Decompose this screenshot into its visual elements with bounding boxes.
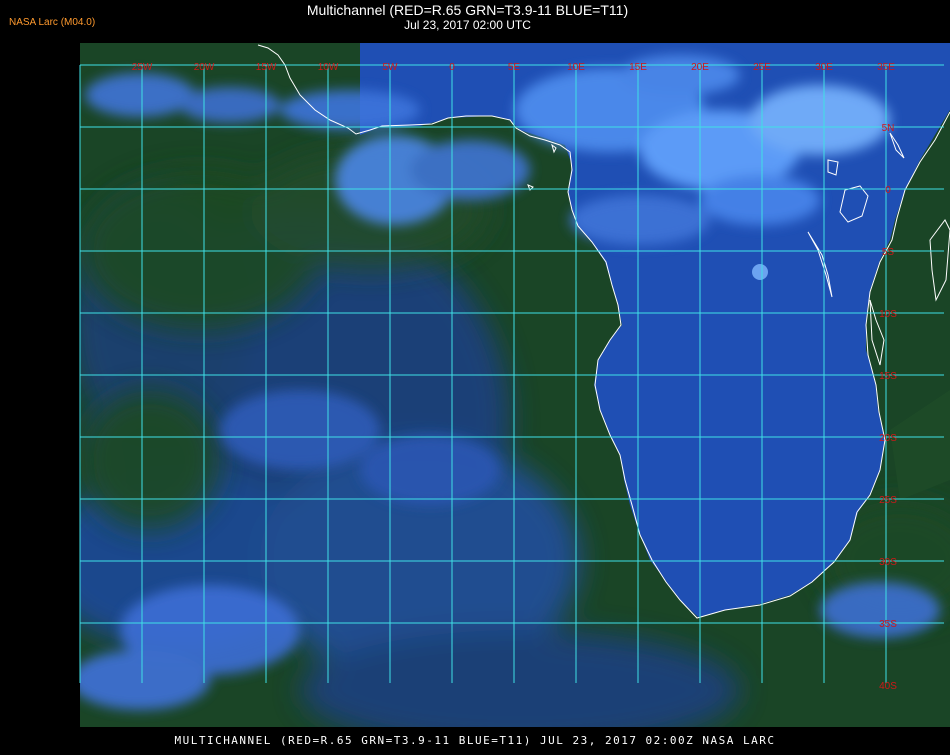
lon-label: 35E — [877, 62, 895, 73]
imagery-layer — [80, 43, 950, 727]
lon-label: 20W — [194, 62, 215, 73]
lon-label: 25W — [132, 62, 153, 73]
lon-label: 10W — [318, 62, 339, 73]
footer-caption: MULTICHANNEL (RED=R.65 GRN=T3.9-11 BLUE=… — [174, 734, 776, 747]
lon-label: 5W — [383, 62, 399, 73]
lat-label: 25S — [879, 495, 897, 506]
lon-label: 10E — [567, 62, 585, 73]
lon-label: 15W — [256, 62, 277, 73]
lon-label: 0 — [449, 62, 455, 73]
lat-label: 35S — [879, 619, 897, 630]
map-canvas: 25W 20W 15W 10W 5W 0 5E 10E 15E 20E 25E 30E 35E 5N 0 5S… — [79, 43, 950, 727]
lat-label: 15S — [879, 371, 897, 382]
lon-label: 25E — [753, 62, 771, 73]
lon-label: 15E — [629, 62, 647, 73]
lat-label: 10S — [879, 309, 897, 320]
lon-label: 30E — [815, 62, 833, 73]
lon-label: 5E — [508, 62, 521, 73]
lat-label: 30S — [879, 557, 897, 568]
lat-label: 20S — [879, 433, 897, 444]
lat-label: 0 — [885, 185, 891, 196]
satellite-map: 25W 20W 15W 10W 5W 0 5E 10E 15E 20E 25E 30E 35E 5N 0 5S… — [0, 0, 950, 750]
lat-label: 5S — [882, 247, 895, 258]
lon-label: 20E — [691, 62, 709, 73]
lat-label: 40S — [879, 681, 897, 692]
lat-label: 5N — [882, 123, 895, 134]
